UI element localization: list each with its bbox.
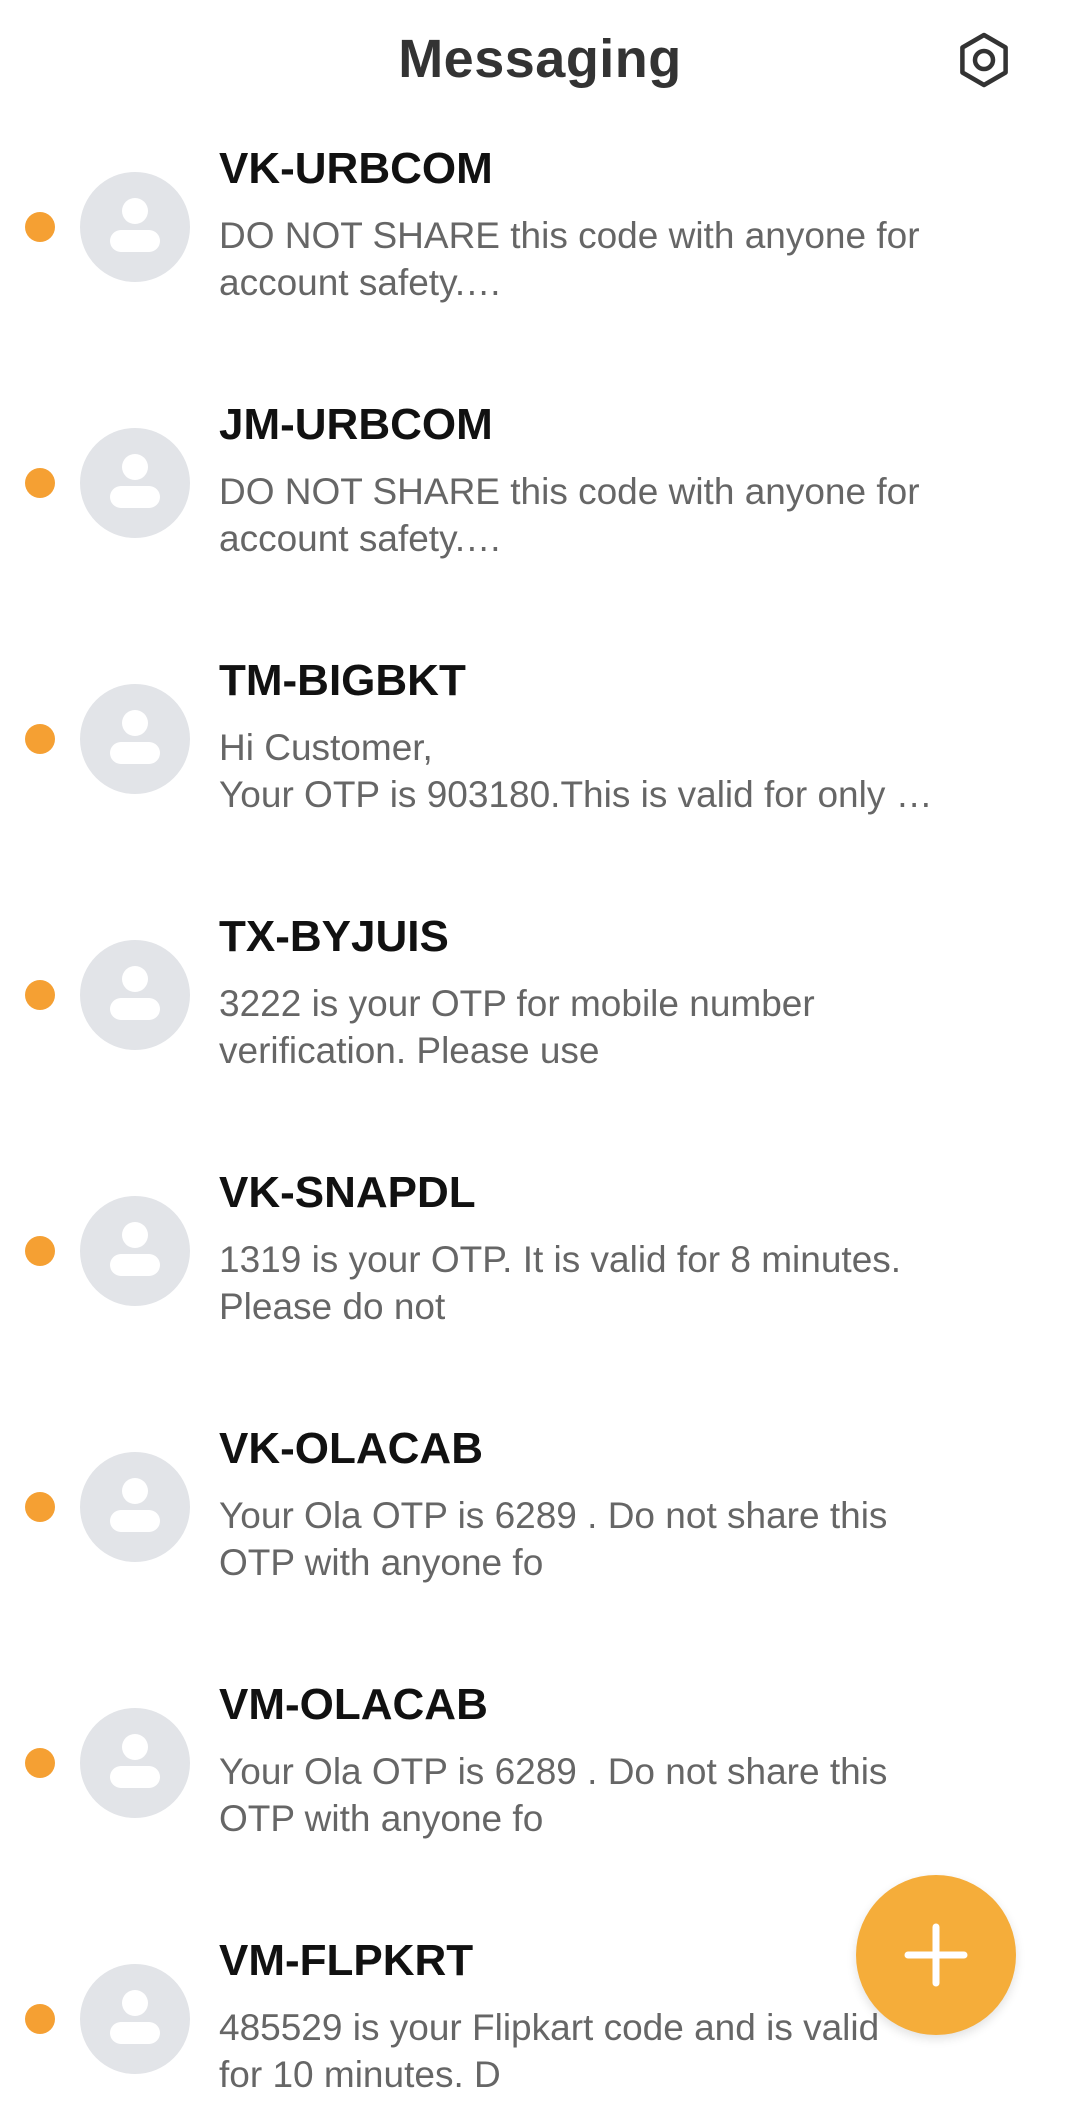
message-snippet: 1319 is your OTP. It is valid for 8 minu…: [219, 1239, 902, 1327]
person-icon: [110, 966, 160, 1020]
sender-name: VM-OLACAB: [219, 1680, 488, 1729]
conversation-item[interactable]: VK-SNAPDL 1319 is your OTP. It is valid f…: [0, 1152, 1080, 1408]
avatar: [80, 428, 190, 538]
new-message-button[interactable]: [856, 1875, 1016, 2035]
conversation-item[interactable]: VK-OLACAB Your Ola OTP is 6289 . Do not s…: [0, 1408, 1080, 1664]
message-snippet: Your Ola OTP is 6289 . Do not share this…: [219, 1495, 888, 1583]
person-icon: [110, 198, 160, 252]
conversation-list: VK-URBCOM DO NOT SHARE this code with any…: [0, 128, 1080, 2104]
conversation-item[interactable]: TX-BYJUIS 3222 is your OTP for mobile num…: [0, 896, 1080, 1152]
sender-name: JM-URBCOM: [219, 400, 493, 449]
unread-indicator: [25, 2004, 55, 2034]
avatar: [80, 1708, 190, 1818]
settings-button[interactable]: [954, 30, 1014, 90]
unread-indicator: [25, 980, 55, 1010]
settings-hex-icon: [960, 32, 1008, 88]
sender-name: VK-OLACAB: [219, 1424, 483, 1473]
avatar: [80, 172, 190, 282]
person-icon: [110, 454, 160, 508]
avatar: [80, 684, 190, 794]
person-icon: [110, 710, 160, 764]
plus-icon: [904, 1923, 968, 1987]
app-header: Messaging: [0, 0, 1080, 120]
person-icon: [110, 1478, 160, 1532]
person-icon: [110, 1222, 160, 1276]
messaging-screen: Messaging VK-URBCOM DO NOT SHARE this cod…: [0, 0, 1080, 2104]
message-snippet: Hi Customer, Your OTP is 903180.This is …: [219, 727, 933, 815]
avatar: [80, 1196, 190, 1306]
person-icon: [110, 1990, 160, 2044]
message-snippet: DO NOT SHARE this code with anyone for a…: [219, 471, 920, 559]
page-title: Messaging: [398, 29, 682, 89]
avatar: [80, 1452, 190, 1562]
sender-name: VK-SNAPDL: [219, 1168, 476, 1217]
sender-name: VM-FLPKRT: [219, 1936, 474, 1985]
unread-indicator: [25, 468, 55, 498]
conversation-item[interactable]: VK-URBCOM DO NOT SHARE this code with any…: [0, 128, 1080, 384]
unread-indicator: [25, 212, 55, 242]
message-snippet: DO NOT SHARE this code with anyone for a…: [219, 215, 920, 303]
avatar: [80, 940, 190, 1050]
unread-indicator: [25, 1748, 55, 1778]
message-snippet: 3222 is your OTP for mobile number verif…: [219, 983, 815, 1071]
person-icon: [110, 1734, 160, 1788]
sender-name: TM-BIGBKT: [219, 656, 466, 705]
avatar: [80, 1964, 190, 2074]
unread-indicator: [25, 1492, 55, 1522]
unread-indicator: [25, 1236, 55, 1266]
sender-name: TX-BYJUIS: [219, 912, 449, 961]
conversation-item[interactable]: TM-BIGBKT Hi Customer, Your OTP is 903180…: [0, 640, 1080, 896]
message-snippet: Your Ola OTP is 6289 . Do not share this…: [219, 1751, 888, 1839]
conversation-item[interactable]: JM-URBCOM DO NOT SHARE this code with any…: [0, 384, 1080, 640]
sender-name: VK-URBCOM: [219, 144, 493, 193]
unread-indicator: [25, 724, 55, 754]
